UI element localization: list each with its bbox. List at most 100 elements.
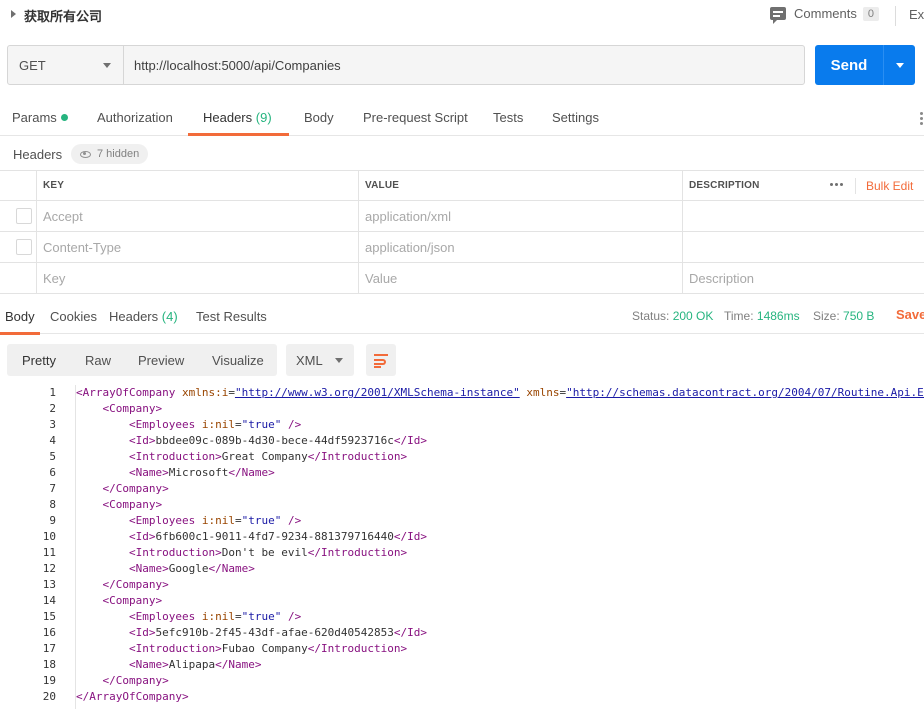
tab-body[interactable]: Body [304, 110, 334, 125]
tab-label: Params [12, 110, 57, 125]
status-value[interactable]: 200 OK [673, 309, 714, 323]
code-text: </Company> [102, 674, 169, 687]
description-cell[interactable] [683, 232, 924, 262]
method-value: GET [19, 57, 46, 73]
tab-authorization[interactable]: Authorization [97, 110, 173, 125]
view-preview[interactable]: Preview [138, 353, 184, 368]
value-input[interactable]: Value [359, 263, 683, 293]
export-button[interactable]: Ex [909, 7, 924, 22]
description-cell[interactable] [683, 201, 924, 231]
key-input[interactable]: Key [37, 263, 359, 293]
line-number: 4 [49, 434, 56, 447]
more-vertical-icon[interactable] [920, 112, 923, 127]
response-body-editor[interactable]: 1 <ArrayOfCompany xmlns:i="http://www.w3.… [0, 385, 924, 709]
code-line: 7 </Company> [0, 481, 924, 497]
format-select[interactable]: XML [286, 344, 354, 376]
key-cell[interactable]: Accept [37, 201, 359, 231]
code-line: 9 <Employees i:nil="true" /> [0, 513, 924, 529]
code-line: 8 <Company> [0, 497, 924, 513]
key-cell[interactable]: Content-Type [37, 232, 359, 262]
tab-tests[interactable]: Tests [493, 110, 523, 125]
format-value: XML [296, 352, 323, 368]
wrap-lines-icon[interactable] [366, 344, 396, 376]
code-text: <Company> [102, 594, 163, 607]
chevron-down-icon[interactable] [896, 62, 904, 68]
tab-label: Body [304, 110, 334, 125]
line-number: 9 [49, 514, 56, 527]
bulk-edit-button[interactable]: Bulk Edit [866, 179, 913, 193]
code-line: 10 <Id>6fb600c1-9011-4fd7-9234-881379716… [0, 529, 924, 545]
tab-count: (4) [161, 309, 178, 324]
comments-count: 0 [862, 6, 879, 21]
view-raw[interactable]: Raw [85, 353, 111, 368]
save-response-button[interactable]: Save [896, 307, 924, 322]
more-horizontal-icon[interactable] [830, 183, 845, 186]
code-line: 20 </ArrayOfCompany> [0, 689, 924, 705]
hidden-headers-toggle[interactable]: 7 hidden [71, 144, 149, 164]
send-label: Send [830, 56, 868, 74]
line-number: 16 [42, 626, 56, 639]
code-text: <Name>Alipapa</Name> [128, 658, 262, 671]
table-row-new: Key Value Description [0, 263, 924, 294]
table-header-cell [0, 171, 37, 200]
size-label: Size: [813, 309, 840, 323]
time-value[interactable]: 1486ms [757, 309, 800, 323]
tab-test-results[interactable]: Test Results [196, 309, 267, 324]
line-number: 20 [42, 690, 56, 703]
column-description-label: DESCRIPTION [689, 180, 760, 191]
row-checkbox[interactable] [16, 239, 32, 255]
view-pretty[interactable]: Pretty [22, 353, 56, 368]
tab-response-cookies[interactable]: Cookies [50, 309, 97, 324]
comment-icon [770, 7, 786, 24]
line-number: 7 [49, 482, 56, 495]
divider [855, 178, 856, 194]
tab-settings[interactable]: Settings [552, 110, 599, 125]
headers-toolbar: Headers 7 hidden [0, 137, 924, 170]
value-cell[interactable]: application/json [359, 232, 683, 262]
tab-label: Tests [493, 110, 524, 125]
request-name[interactable]: 获取所有公司 [24, 6, 102, 25]
comments-button[interactable]: Comments 0 [770, 6, 879, 24]
code-text: <Id>6fb600c1-9011-4fd7-9234-881379716440… [128, 530, 428, 543]
size-value[interactable]: 750 B [843, 309, 874, 323]
row-checkbox-cell [0, 263, 37, 293]
code-text: </ArrayOfCompany> [76, 690, 189, 703]
row-checkbox[interactable] [16, 208, 32, 224]
status-dot-icon [60, 114, 68, 121]
tab-response-body[interactable]: Body [5, 309, 35, 324]
description-input[interactable]: Description [683, 263, 924, 293]
view-visualize[interactable]: Visualize [212, 353, 264, 368]
method-select[interactable]: GET [8, 46, 124, 84]
tab-params[interactable]: Params [12, 110, 68, 125]
caret-right-icon[interactable] [11, 10, 16, 18]
send-button[interactable]: Send [815, 45, 915, 85]
table-row: Accept application/xml [0, 201, 924, 232]
table-row: Content-Type application/json [0, 232, 924, 263]
time-readout: Time: 1486ms [724, 309, 800, 323]
tab-headers[interactable]: Headers (9) [203, 110, 272, 125]
row-checkbox-cell [0, 232, 37, 262]
headers-table: KEY VALUE DESCRIPTION Bulk Edit Accept a… [0, 170, 924, 294]
code-line: 6 <Name>Microsoft</Name> [0, 465, 924, 481]
url-input[interactable]: http://localhost:5000/api/Companies [124, 46, 804, 84]
size-readout: Size: 750 B [813, 309, 874, 323]
code-line: 15 <Employees i:nil="true" /> [0, 609, 924, 625]
code-text: <ArrayOfCompany xmlns:i="http://www.w3.o… [76, 386, 924, 399]
chevron-down-icon [335, 358, 343, 363]
tab-pre-request-script[interactable]: Pre-request Script [363, 110, 468, 125]
chevron-down-icon [103, 63, 111, 68]
line-number: 5 [49, 450, 56, 463]
hidden-count: 7 hidden [97, 148, 140, 160]
status-readout: Status: 200 OK [632, 309, 713, 323]
table-header-row: KEY VALUE DESCRIPTION Bulk Edit [0, 171, 924, 201]
value-cell[interactable]: application/xml [359, 201, 683, 231]
comments-label: Comments [794, 6, 857, 21]
code-line: 14 <Company> [0, 593, 924, 609]
response-tabs: Body Cookies Headers (4) Test Results St… [0, 296, 924, 334]
line-number: 13 [42, 578, 56, 591]
line-number: 19 [42, 674, 56, 687]
tab-response-headers[interactable]: Headers (4) [109, 309, 178, 324]
code-line: 18 <Name>Alipapa</Name> [0, 657, 924, 673]
divider [895, 6, 896, 26]
eye-icon [80, 150, 91, 158]
